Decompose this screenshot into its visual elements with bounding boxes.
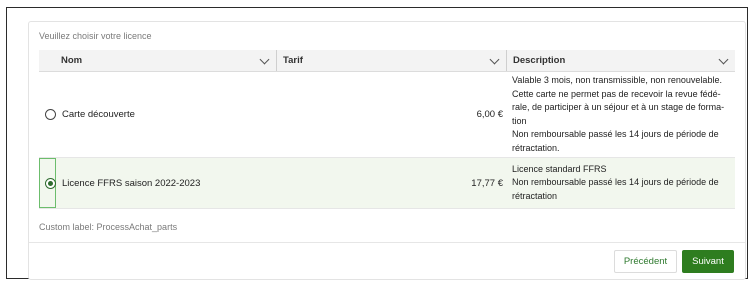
description-line: Non remboursable passé les 14 jours de p… <box>512 129 719 139</box>
radio-button-selected[interactable] <box>45 177 56 189</box>
license-name: Licence FFRS saison 2022-2023 <box>62 177 201 189</box>
cell-description: Valable 3 mois, non transmissible, non r… <box>506 72 735 157</box>
column-label-tarif: Tarif <box>283 55 303 66</box>
description-line: Valable 3 mois, non transmissible, non r… <box>512 75 722 85</box>
custom-label: Custom label: ProcessAchat_parts <box>39 222 178 232</box>
radio-button[interactable] <box>45 109 56 120</box>
chevron-down-icon[interactable] <box>718 54 729 65</box>
license-price: 6,00 € <box>476 109 503 120</box>
license-name: Carte découverte <box>62 109 135 120</box>
description-line: tion <box>512 115 527 126</box>
table-row-selected[interactable]: Licence FFRS saison 2022-2023 17,77 € Li… <box>39 158 735 209</box>
description-line: rétractation <box>512 190 558 201</box>
chevron-down-icon[interactable] <box>259 54 270 65</box>
description-line: rétractation. <box>512 142 560 153</box>
description-line: rale, de participer à un séjour et à un … <box>512 102 725 112</box>
column-header-tarif[interactable]: Tarif <box>276 50 506 71</box>
chevron-down-icon[interactable] <box>489 54 500 65</box>
previous-button[interactable]: Précédent <box>614 250 677 273</box>
column-label-nom: Nom <box>61 55 83 66</box>
license-price: 17,77 € <box>471 177 503 189</box>
cell-description: Licence standard FFRS Non remboursable p… <box>506 158 735 208</box>
cell-tarif: 6,00 € <box>276 72 506 157</box>
column-header-nom[interactable]: Nom <box>39 50 276 71</box>
cell-tarif: 17,77 € <box>276 158 506 208</box>
footer-divider <box>29 242 745 243</box>
table-row[interactable]: Carte découverte 6,00 € Valable 3 mois, … <box>39 72 735 158</box>
cell-nom: Carte découverte <box>39 72 276 157</box>
license-table: Nom Tarif Description Carte découverte 6… <box>39 50 735 209</box>
description-line: Licence standard FFRS <box>512 163 607 174</box>
section-title: Veuillez choisir votre licence <box>39 31 152 41</box>
description-line: Cette carte ne permet pas de recevoir la… <box>512 88 721 99</box>
table-header: Nom Tarif Description <box>39 50 735 72</box>
column-label-description: Description <box>513 55 566 66</box>
description-line: Non remboursable passé les 14 jours de p… <box>512 177 719 188</box>
license-card: Veuillez choisir votre licence Nom Tarif… <box>28 21 746 280</box>
cell-nom: Licence FFRS saison 2022-2023 <box>39 158 276 208</box>
next-button[interactable]: Suivant <box>682 250 734 273</box>
column-header-description[interactable]: Description <box>506 50 735 71</box>
window-frame: Veuillez choisir votre licence Nom Tarif… <box>6 7 748 280</box>
